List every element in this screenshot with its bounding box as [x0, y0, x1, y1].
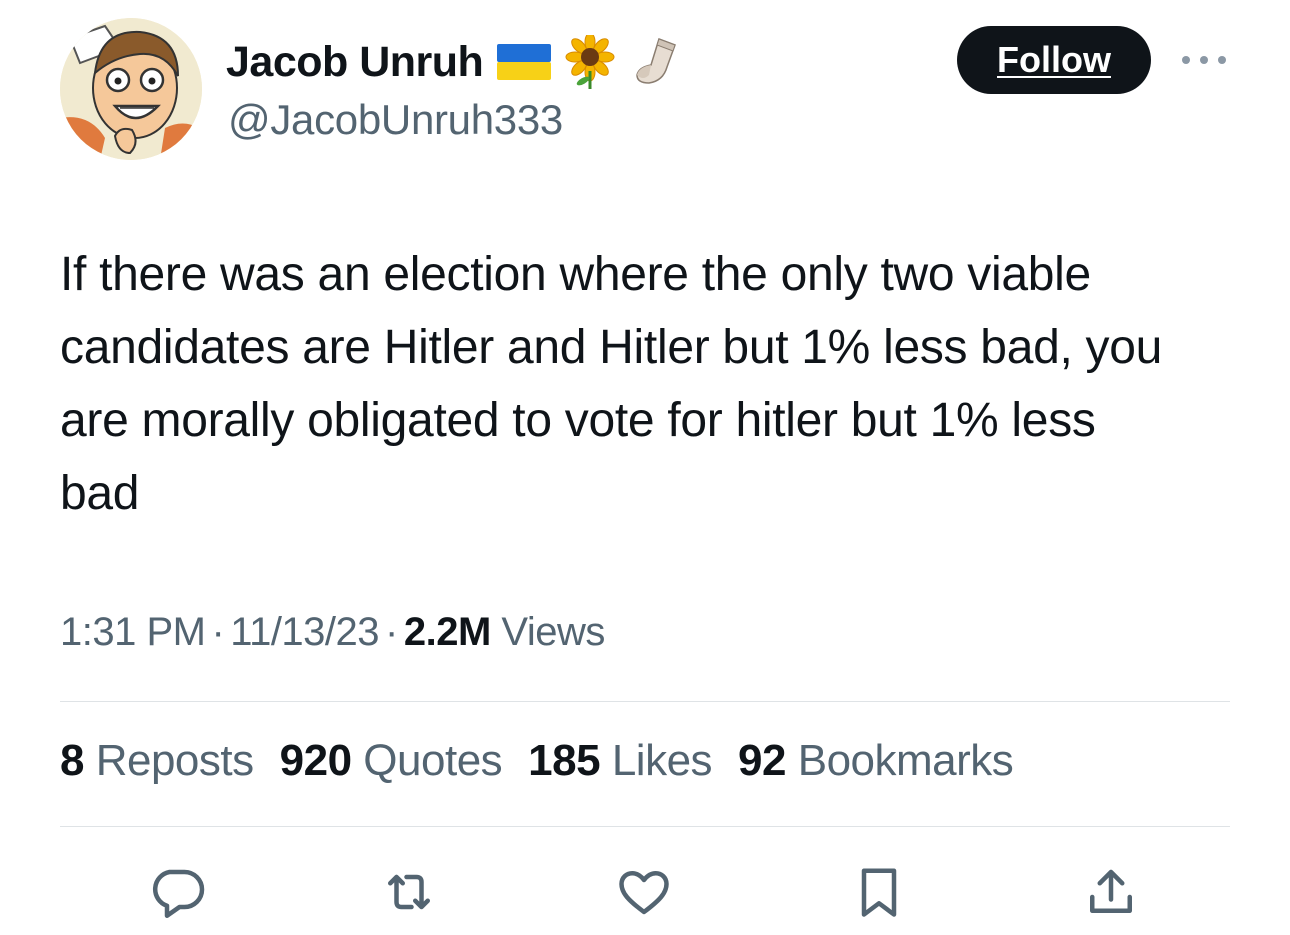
like-icon[interactable] — [614, 862, 674, 922]
likes-count: 185 — [528, 736, 601, 785]
share-icon[interactable] — [1081, 862, 1141, 922]
sock-icon — [629, 35, 683, 89]
likes-stat[interactable]: 185 Likes — [528, 736, 712, 786]
avatar-illustration — [60, 18, 202, 160]
reply-icon[interactable] — [147, 862, 207, 922]
engagement-stats: 8 Reposts 920 Quotes 185 Likes 92 Bookma… — [60, 736, 1014, 786]
divider — [60, 701, 1230, 702]
meta-separator: · — [385, 610, 398, 654]
more-options-icon[interactable] — [1176, 48, 1232, 72]
tweet-date[interactable]: 11/13/23 — [230, 610, 379, 654]
quotes-count: 920 — [279, 736, 352, 785]
reposts-stat[interactable]: 8 Reposts — [60, 736, 254, 786]
bookmarks-label: Bookmarks — [797, 736, 1014, 785]
bookmark-icon[interactable] — [849, 862, 909, 922]
likes-label: Likes — [611, 736, 713, 785]
reposts-count: 8 — [60, 736, 84, 785]
repost-icon[interactable] — [379, 862, 439, 922]
ukraine-flag-icon — [497, 42, 552, 82]
tweet-text: If there was an election where the only … — [60, 248, 1163, 520]
author-name-row: Jacob Unruh — [226, 34, 683, 90]
bookmarks-stat[interactable]: 92 Bookmarks — [738, 736, 1014, 786]
meta-separator: · — [211, 610, 225, 654]
follow-button[interactable]: Follow — [957, 26, 1151, 94]
views-label: Views — [501, 610, 605, 654]
quotes-stat[interactable]: 920 Quotes — [280, 736, 503, 786]
views-count: 2.2M — [403, 610, 491, 654]
sunflower-icon — [565, 35, 615, 89]
tweet-time[interactable]: 1:31 PM — [60, 610, 206, 654]
author-handle[interactable]: @JacobUnruh333 — [228, 96, 563, 144]
quotes-label: Quotes — [363, 736, 503, 785]
reposts-label: Reposts — [95, 736, 254, 785]
bookmarks-count: 92 — [738, 736, 786, 785]
avatar[interactable] — [60, 18, 202, 160]
tweet-meta: 1:31 PM · 11/13/23 · 2.2M Views — [60, 610, 605, 655]
display-name[interactable]: Jacob Unruh — [226, 38, 484, 87]
divider — [60, 826, 1230, 827]
